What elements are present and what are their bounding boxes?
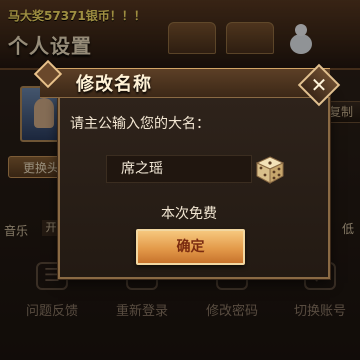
close-icon: ✕ <box>310 73 328 97</box>
random-name-dice-icon[interactable] <box>255 155 285 185</box>
dialog-title: 修改名称 <box>76 74 152 95</box>
name-input[interactable]: 席之瑶 <box>106 155 252 183</box>
cost-label: 本次免费 <box>161 206 217 222</box>
game-screen: 马大奖57371银币！！！ 个人设置 2018-06 复制 更换头 音乐 开 低… <box>0 0 360 360</box>
name-prompt: 请主公输入您的大名： <box>70 116 210 132</box>
confirm-button[interactable]: 确定 <box>136 229 245 265</box>
